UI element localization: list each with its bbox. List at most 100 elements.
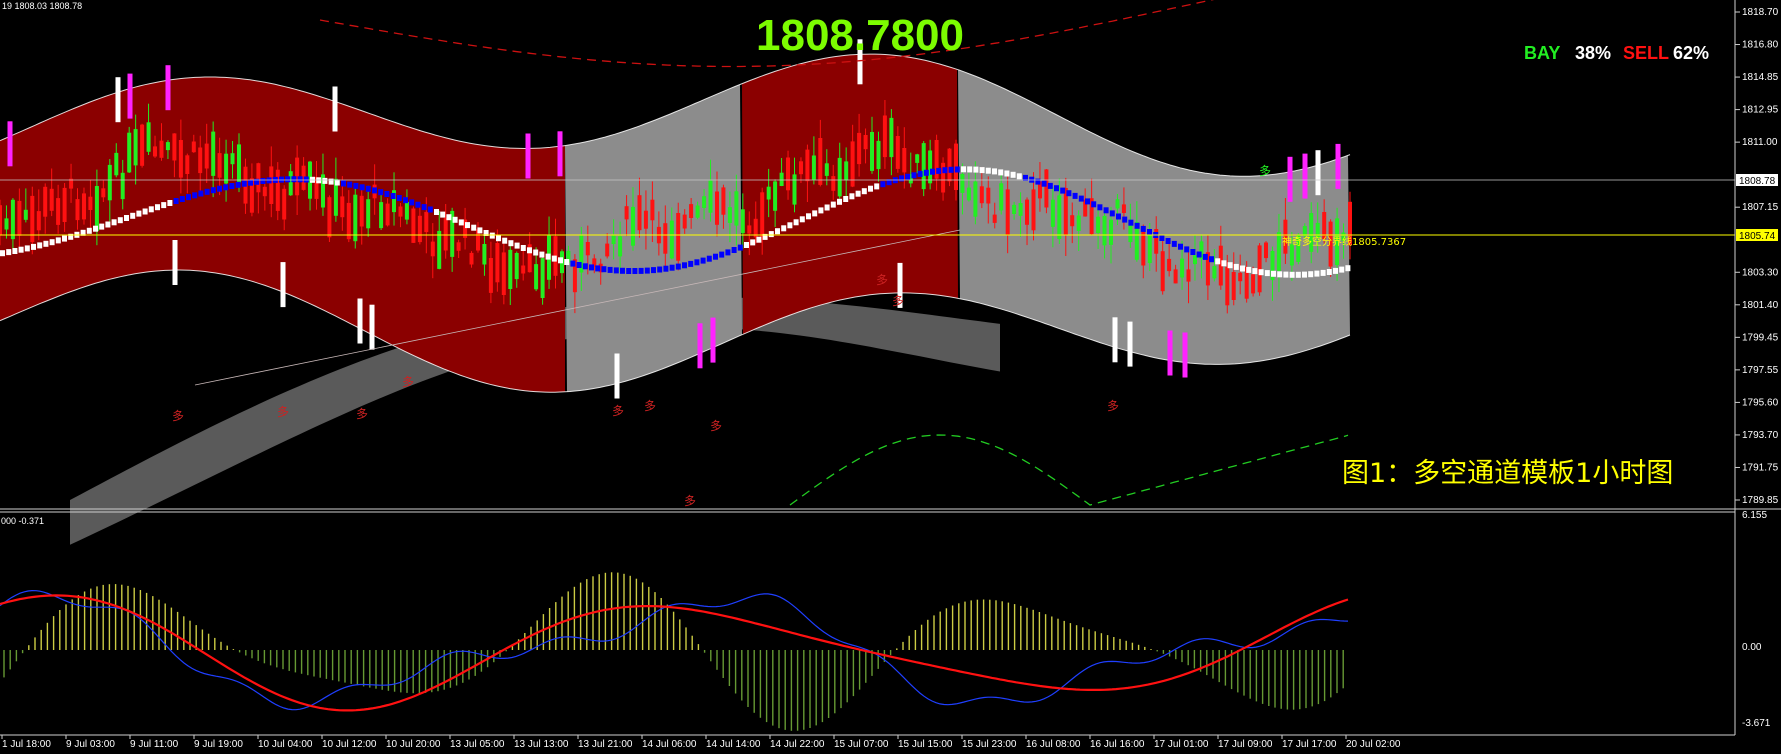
trend-dot	[1345, 265, 1351, 272]
candle-body	[88, 196, 93, 210]
trend-dot	[297, 176, 303, 183]
price-tick-label: 1791.75	[1742, 462, 1779, 473]
candle-body	[928, 150, 933, 184]
candle-body	[101, 188, 106, 198]
trend-dot	[1085, 198, 1090, 205]
trend-dot	[750, 239, 756, 246]
candle-body	[689, 204, 694, 218]
candle-body	[915, 154, 920, 163]
candle-body	[773, 181, 778, 211]
price-tick-label: 1816.80	[1742, 40, 1779, 51]
trend-dot	[558, 257, 563, 264]
candle-body	[637, 195, 642, 231]
trend-dot	[471, 224, 477, 231]
extreme-bar	[525, 133, 531, 179]
candle-body	[262, 186, 267, 197]
candle-body	[870, 132, 874, 171]
candle-body	[165, 142, 170, 151]
signal-marker: 多	[277, 405, 289, 419]
candle-body	[1076, 215, 1081, 231]
candle-body	[217, 153, 222, 178]
price-tick-label: 1807.15	[1742, 202, 1779, 213]
trend-dot	[768, 231, 774, 238]
trend-dot	[1103, 207, 1109, 214]
trend-dot	[837, 198, 842, 205]
trend-dot	[675, 263, 681, 270]
signal-marker: 多	[1107, 399, 1119, 413]
trend-dot	[1240, 265, 1245, 272]
trend-dot	[167, 200, 173, 206]
trend-dot	[992, 168, 997, 175]
trend-dot	[514, 242, 520, 249]
candle-body	[631, 206, 635, 246]
trend-dot	[334, 179, 340, 186]
trend-dot	[24, 245, 30, 252]
trend-dot	[818, 207, 824, 214]
trend-dot	[1258, 269, 1264, 276]
trend-dot	[1221, 260, 1227, 267]
candle-body	[786, 157, 790, 191]
candle-body	[185, 155, 190, 174]
extreme-bar	[1335, 143, 1341, 189]
trend-dot	[1171, 240, 1177, 247]
candle-body	[618, 236, 623, 257]
candle-body	[211, 131, 216, 176]
trend-dot	[954, 166, 960, 173]
candle-body	[676, 213, 681, 261]
candle-body	[585, 242, 590, 256]
time-tick-label: 9 Jul 03:00	[66, 739, 115, 750]
trend-dot	[533, 249, 539, 256]
trend-dot	[682, 262, 687, 269]
trend-dot	[365, 185, 371, 192]
candle-body	[999, 183, 1004, 211]
price-tick-label: 1799.45	[1742, 332, 1779, 343]
candle-body	[443, 217, 448, 251]
extreme-bar	[614, 353, 620, 399]
trend-dot	[124, 215, 129, 221]
trend-dot	[942, 167, 948, 174]
extreme-bar	[1182, 332, 1188, 378]
candle-body	[482, 244, 487, 265]
extreme-bar	[697, 323, 703, 369]
candle-body	[740, 209, 745, 234]
trend-dot	[186, 194, 191, 201]
big-price: 1808.7800	[756, 11, 964, 60]
trend-dot	[117, 217, 123, 224]
time-tick-label: 9 Jul 19:00	[194, 739, 243, 750]
candle-body	[430, 241, 435, 257]
trend-dot	[1326, 269, 1332, 275]
price-tick-label: 1812.95	[1742, 105, 1779, 116]
extreme-bar	[332, 86, 338, 132]
trend-dot	[396, 195, 402, 201]
trend-dot	[409, 199, 415, 206]
candle-body	[488, 258, 493, 293]
trend-dot	[508, 240, 514, 247]
trend-dot	[62, 235, 67, 242]
trend-dot	[248, 179, 253, 186]
candle-body	[721, 187, 726, 215]
candle-body	[902, 148, 907, 173]
candle-body	[521, 265, 526, 274]
trend-dot	[260, 178, 266, 184]
time-tick-label: 17 Jul 17:00	[1282, 739, 1337, 750]
trend-dot	[31, 243, 36, 250]
time-tick-label: 15 Jul 07:00	[834, 739, 889, 750]
trend-dot	[341, 180, 346, 187]
sell-label: SELL	[1623, 43, 1669, 63]
trend-dot	[719, 251, 725, 258]
candle-body	[411, 208, 416, 243]
candle-body	[992, 214, 997, 223]
candle-body	[1121, 204, 1126, 213]
trend-dot	[1264, 270, 1270, 277]
trend-dot	[973, 166, 979, 173]
trend-dot	[731, 247, 737, 253]
trend-dot	[1041, 180, 1047, 187]
trend-dot	[148, 206, 154, 213]
trend-dot	[613, 267, 619, 274]
candle-body	[191, 141, 196, 153]
time-tick-label: 10 Jul 20:00	[386, 739, 441, 750]
candle-body	[947, 148, 952, 182]
candle-body	[82, 193, 86, 220]
trend-dot	[911, 172, 917, 179]
time-tick-label: 20 Jul 02:00	[1346, 739, 1401, 750]
